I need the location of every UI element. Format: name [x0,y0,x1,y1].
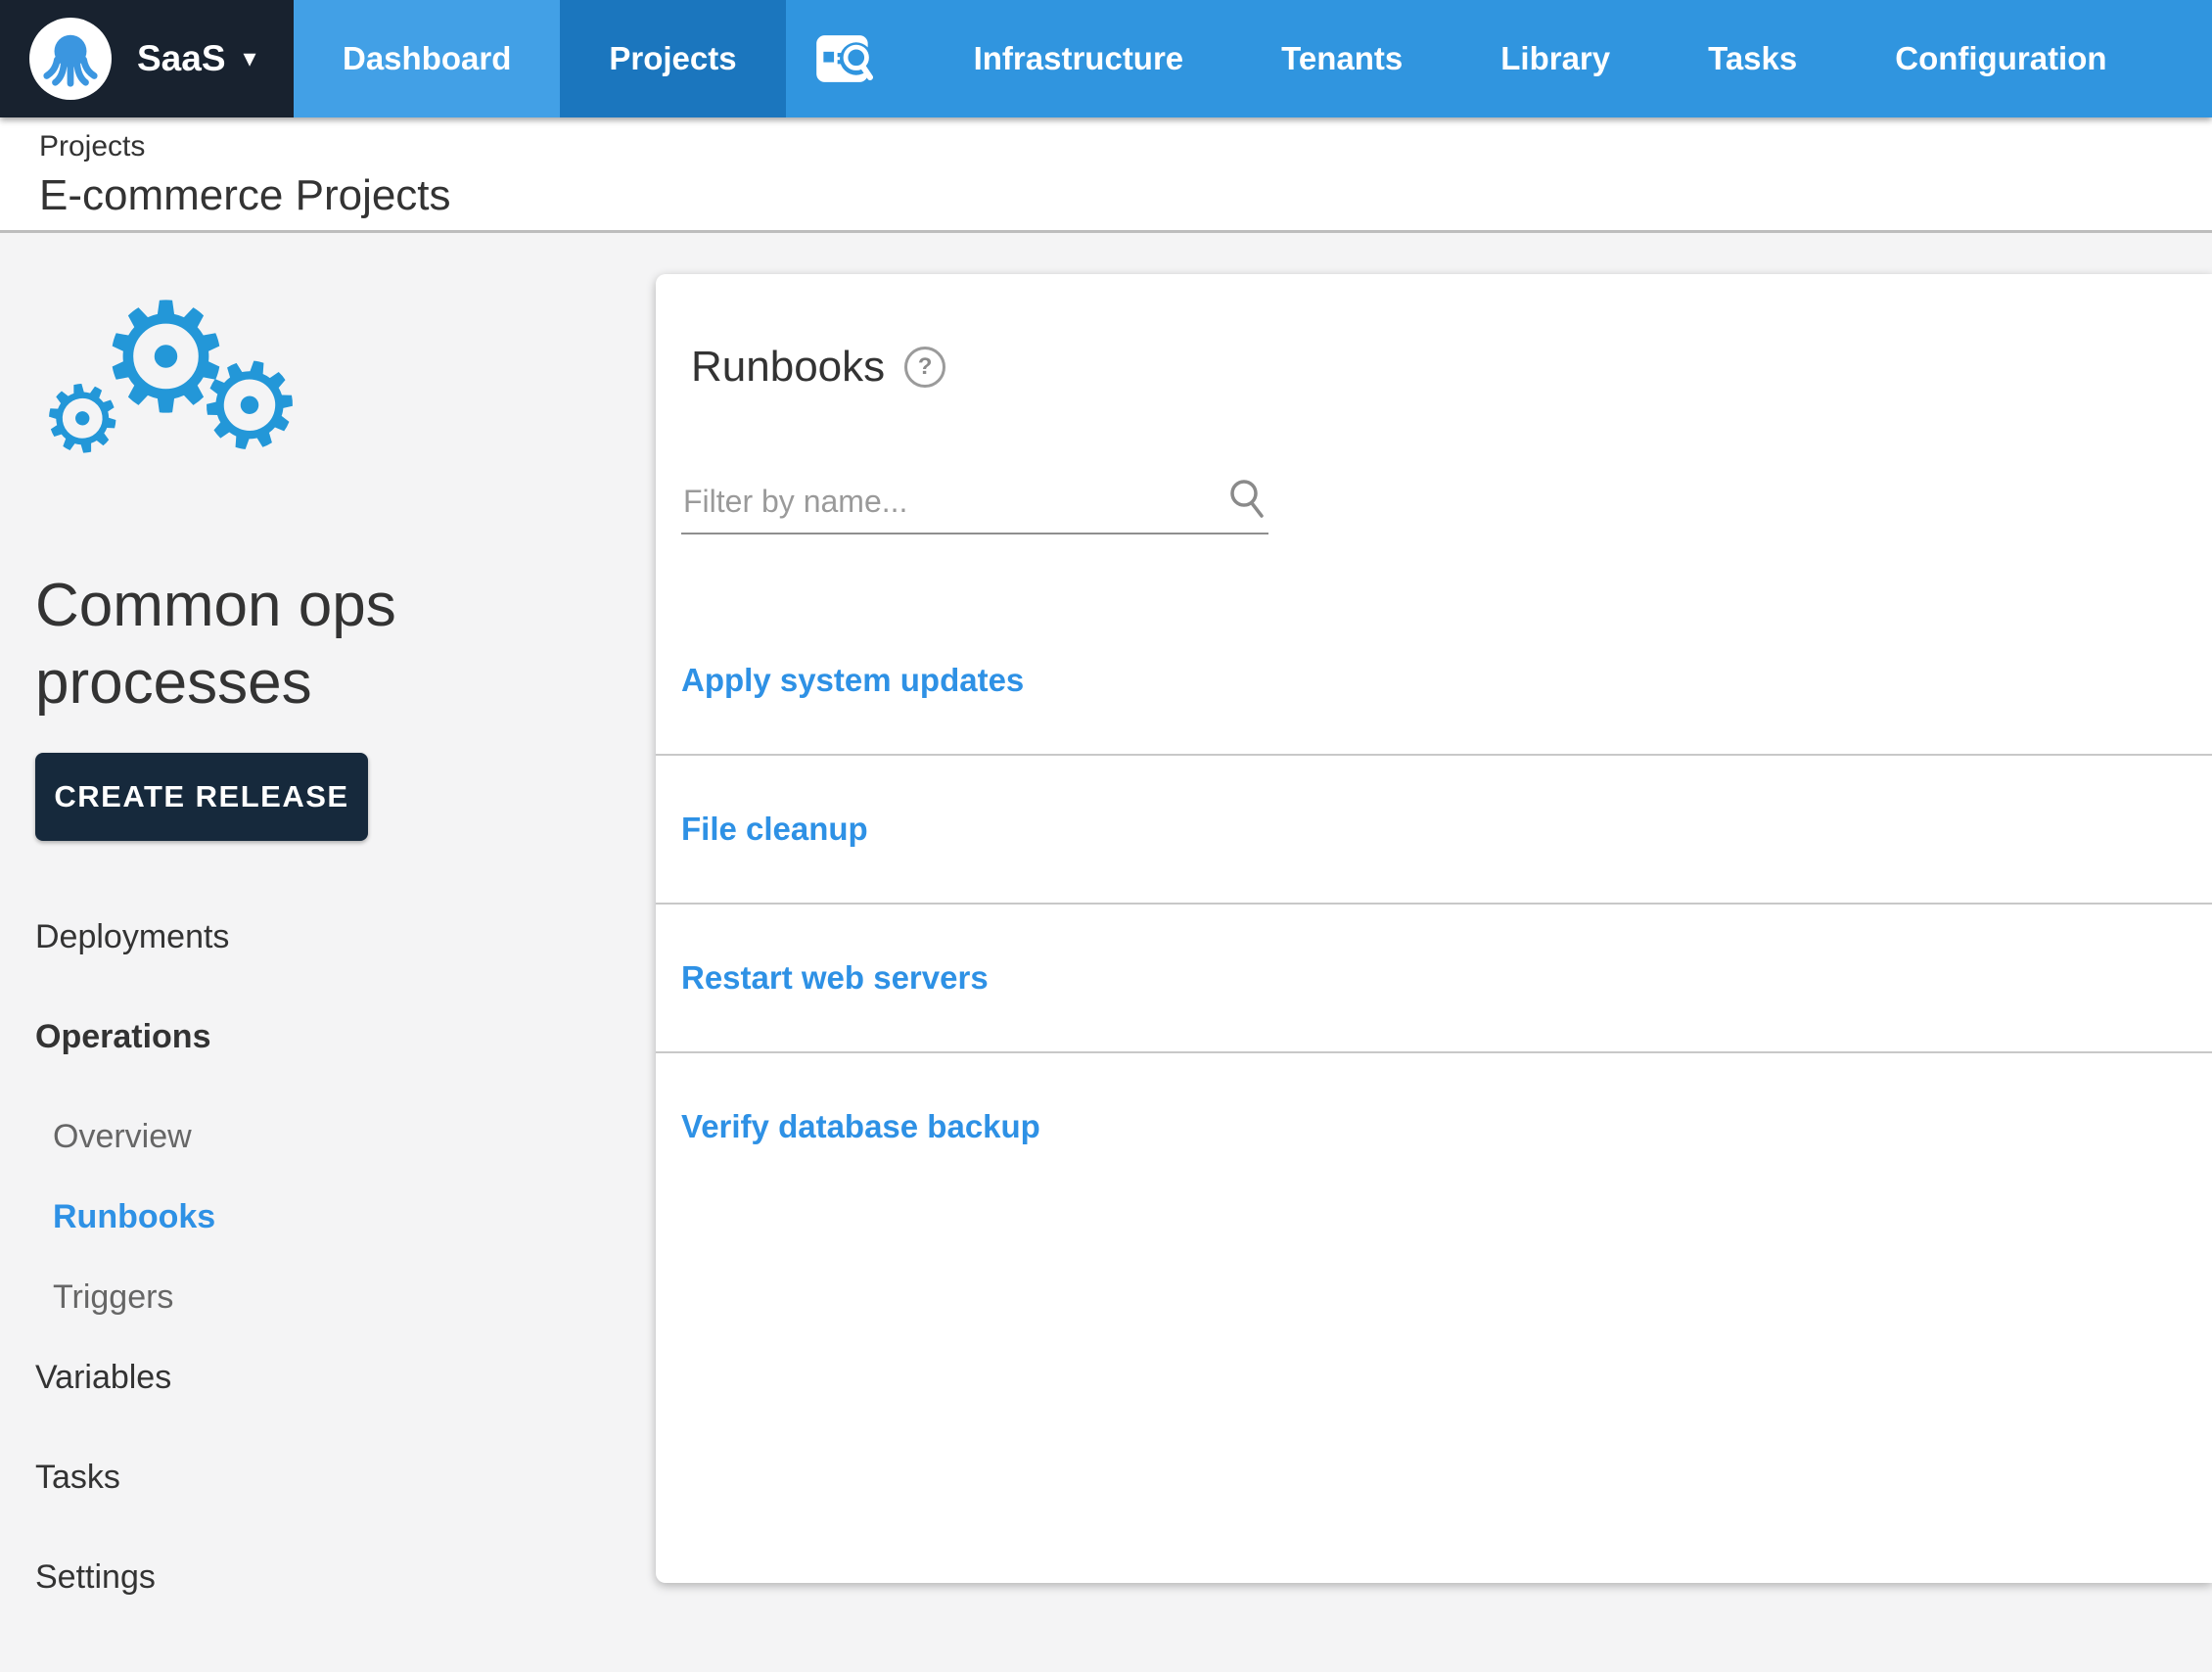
search-nav-button[interactable] [786,0,905,117]
search-icon [815,35,873,82]
runbook-list: Apply system updates File cleanup Restar… [656,607,2212,1200]
list-item[interactable]: Apply system updates [656,607,2212,756]
sidebar-menu: Deployments Operations Overview Runbooks… [35,917,656,1597]
nav-tab-tasks[interactable]: Tasks [1659,0,1846,117]
nav-tab-library[interactable]: Library [1452,0,1659,117]
nav-tab-configuration[interactable]: Configuration [1846,0,2155,117]
filter-field [681,478,1268,534]
runbook-link-restart-web-servers[interactable]: Restart web servers [681,959,989,997]
breadcrumb-bar: Projects E-commerce Projects [0,117,2212,233]
nav-tab-infrastructure[interactable]: Infrastructure [925,0,1233,117]
top-navigation: SaaS ▾ Dashboard Projects Infrastructure… [0,0,2212,117]
gears-icon [185,337,314,476]
project-title: Common ops processes [35,572,396,717]
project-logo [47,311,321,483]
filter-input[interactable] [681,483,1225,521]
sidebar-item-tasks[interactable]: Tasks [35,1458,656,1497]
page-body: Common ops processes CREATE RELEASE Depl… [0,233,2212,1672]
sidebar-item-settings[interactable]: Settings [35,1557,656,1597]
sidebar-item-overview[interactable]: Overview [35,1117,656,1156]
nav-tab-projects[interactable]: Projects [560,0,786,117]
octopus-logo [29,18,112,100]
chevron-down-icon: ▾ [243,44,256,73]
project-sidebar: Common ops processes CREATE RELEASE Depl… [0,233,656,1672]
create-release-button[interactable]: CREATE RELEASE [35,753,368,841]
space-name: SaaS [137,38,226,78]
sidebar-item-triggers[interactable]: Triggers [35,1277,656,1317]
runbooks-card: Runbooks Apply system updates File clean… [656,274,2212,1583]
breadcrumb[interactable]: Projects [39,117,2212,163]
list-item[interactable]: Verify database backup [656,1053,2212,1200]
sidebar-item-deployments[interactable]: Deployments [35,917,656,956]
sidebar-item-variables[interactable]: Variables [35,1358,656,1397]
list-item[interactable]: Restart web servers [656,905,2212,1053]
nav-tab-tenants[interactable]: Tenants [1232,0,1452,117]
search-icon [1230,480,1264,518]
octopus-icon [43,34,98,87]
runbooks-heading: Runbooks [691,343,886,391]
card-header: Runbooks [691,343,2212,392]
page-title: E-commerce Projects [39,171,451,219]
runbook-link-verify-database-backup[interactable]: Verify database backup [681,1108,1040,1145]
runbook-link-apply-system-updates[interactable]: Apply system updates [681,662,1024,699]
help-icon[interactable] [904,347,946,388]
gears-icon [35,369,131,473]
list-item[interactable]: File cleanup [656,756,2212,905]
sidebar-item-operations[interactable]: Operations [35,1017,656,1056]
runbook-link-file-cleanup[interactable]: File cleanup [681,811,868,848]
sidebar-item-runbooks[interactable]: Runbooks [35,1197,656,1236]
nav-tab-dashboard[interactable]: Dashboard [294,0,561,117]
space-switcher[interactable]: SaaS ▾ [0,0,294,117]
